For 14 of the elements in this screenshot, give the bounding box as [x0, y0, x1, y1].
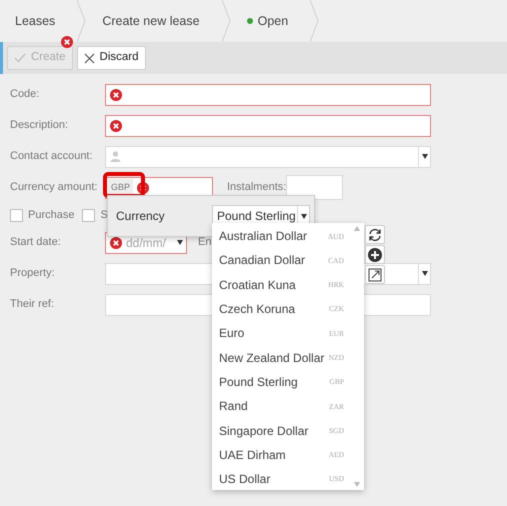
field-label: Contact account: — [10, 149, 94, 164]
field-label: Their ref: — [10, 297, 56, 312]
checkbox-label: S — [100, 208, 108, 223]
checkbox-label: Purchase — [28, 208, 74, 223]
field-label: Code: — [10, 87, 40, 102]
date-placeholder: dd/mm/ — [126, 234, 166, 252]
field-label: Property: — [10, 266, 56, 282]
field-label: En — [198, 235, 212, 250]
field-label: Instalments: — [227, 180, 286, 196]
field-label: Currency amount: — [10, 180, 98, 196]
status-label: Open — [232, 0, 310, 42]
popover-label: Currency — [116, 208, 165, 225]
field-label: Description: — [10, 118, 70, 134]
field-label: Start date: — [10, 235, 62, 250]
